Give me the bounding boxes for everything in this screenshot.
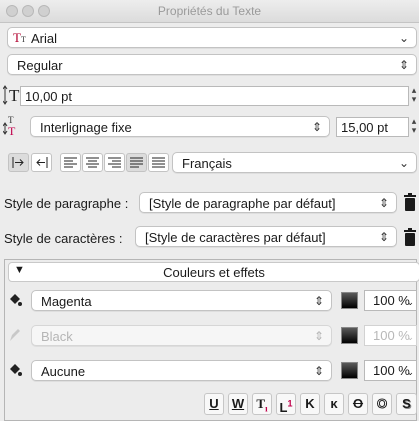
text-fill-color-select[interactable]: Magenta ⇕ <box>31 290 332 311</box>
up-down-chevron-icon: ⇕ <box>378 196 389 210</box>
align-center-button[interactable] <box>82 153 103 172</box>
caps-button[interactable]: K <box>300 393 320 415</box>
window-title: Propriétés du Texte <box>157 4 262 18</box>
subscript-button[interactable]: Tı <box>252 393 272 415</box>
align-right-icon <box>108 157 121 168</box>
line-spacing-value: 15,00 pt <box>341 120 388 135</box>
up-down-chevron-icon: ⇕ <box>378 230 389 244</box>
text-fill-color-value: Magenta <box>41 294 92 309</box>
font-family-value: Arial <box>31 31 58 46</box>
underline-icon: U <box>209 396 219 411</box>
superscript-icon: L1 <box>279 399 293 416</box>
paragraph-style-value: [Style de paragraphe par défaut] <box>149 196 336 211</box>
underline-button[interactable]: U <box>204 393 224 415</box>
superscript-button[interactable]: L1 <box>276 393 296 415</box>
strikethrough-icon: O <box>352 396 364 411</box>
svg-text:T: T <box>13 30 21 44</box>
highlight-color-select[interactable]: Aucune ⇕ <box>31 360 332 381</box>
small-caps-icon: κ <box>330 396 338 411</box>
line-spacing-mode-select[interactable]: Interlignage fixe ⇕ <box>30 116 330 137</box>
line-spacing-mode-value: Interlignage fixe <box>40 120 132 135</box>
justify-all-button[interactable] <box>148 153 169 172</box>
line-spacing-stepper[interactable]: ▴ ▾ <box>409 117 419 137</box>
indent-decrease-icon <box>36 157 48 168</box>
paint-bucket-icon <box>7 292 23 311</box>
font-style-value: Regular <box>17 58 63 73</box>
indent-decrease-button[interactable] <box>31 153 52 172</box>
colors-effects-title: Couleurs et effets <box>163 265 265 280</box>
paint-bucket-icon <box>7 362 23 381</box>
chevron-down-icon: ⌄ <box>406 297 414 307</box>
language-value: Français <box>182 156 232 171</box>
justify-button[interactable] <box>126 153 147 172</box>
paragraph-style-select[interactable]: [Style de paragraphe par défaut] ⇕ <box>139 192 397 213</box>
align-left-icon <box>64 157 77 168</box>
justify-icon <box>130 157 143 168</box>
up-down-chevron-icon: ⇕ <box>313 294 324 308</box>
delete-paragraph-style-button[interactable] <box>402 192 418 215</box>
up-down-chevron-icon: ⇕ <box>313 329 324 343</box>
highlight-color-value: Aucune <box>41 364 86 379</box>
stroke-swatch[interactable] <box>341 327 358 344</box>
font-size-field[interactable]: 10,00 pt <box>20 86 409 106</box>
svg-text:T: T <box>9 86 20 105</box>
up-down-chevron-icon: ⇕ <box>398 58 409 72</box>
highlight-opacity-field[interactable]: 100 % ⌄ <box>364 360 417 381</box>
trash-icon <box>404 228 416 246</box>
stroke-color-value: Black <box>41 329 73 344</box>
line-spacing-icon: TT <box>2 114 21 139</box>
up-down-chevron-icon: ⇕ <box>313 364 324 378</box>
align-right-button[interactable] <box>104 153 125 172</box>
strikethrough-button[interactable]: O <box>348 393 368 415</box>
title-bar: Propriétés du Texte <box>0 0 419 23</box>
text-fill-opacity-value: 100 % <box>373 293 410 308</box>
language-select[interactable]: Français ⌄ <box>172 152 417 173</box>
indent-increase-icon <box>12 157 24 168</box>
shadow-button[interactable]: S <box>396 393 417 415</box>
character-style-value: [Style de caractères par défaut] <box>145 230 326 245</box>
word-underline-icon: W <box>231 396 245 411</box>
shadow-icon: S <box>402 396 411 411</box>
svg-text:T: T <box>8 124 16 136</box>
highlight-swatch[interactable] <box>341 362 358 379</box>
align-center-icon <box>86 157 99 168</box>
text-fill-swatch[interactable] <box>341 292 358 309</box>
font-family-select[interactable]: TT Arial ⌄ <box>7 27 417 48</box>
subscript-icon: Tı <box>256 396 268 414</box>
stroke-color-select[interactable]: Black ⇕ <box>31 325 332 346</box>
paragraph-style-label: Style de paragraphe : <box>4 196 129 211</box>
stroke-opacity-field[interactable]: 100 % ⌄ <box>364 325 417 346</box>
font-size-value: 10,00 pt <box>25 89 72 104</box>
outline-icon: O <box>376 396 388 412</box>
align-left-button[interactable] <box>60 153 81 172</box>
svg-text:T: T <box>21 35 26 44</box>
chevron-down-icon: ⌄ <box>398 156 409 170</box>
caps-icon: K <box>305 396 315 411</box>
chevron-down-icon: ⌄ <box>406 367 414 377</box>
colors-effects-header[interactable]: ▼ Couleurs et effets <box>8 262 419 282</box>
outline-button[interactable]: O <box>372 393 392 415</box>
word-underline-button[interactable]: W <box>228 393 248 415</box>
character-style-select[interactable]: [Style de caractères par défaut] ⇕ <box>135 226 397 247</box>
up-down-chevron-icon: ⇕ <box>311 120 322 134</box>
justify-all-icon <box>152 157 165 168</box>
chevron-down-icon: ⌄ <box>398 31 409 45</box>
pen-icon <box>8 327 22 346</box>
line-spacing-field[interactable]: 15,00 pt <box>336 117 409 137</box>
trash-icon <box>404 193 416 211</box>
delete-character-style-button[interactable] <box>402 227 418 250</box>
text-fill-opacity-field[interactable]: 100 % ⌄ <box>364 290 417 311</box>
indent-increase-button[interactable] <box>8 153 29 172</box>
stroke-opacity-value: 100 % <box>373 328 410 343</box>
font-type-icon: TT <box>13 30 29 47</box>
font-size-stepper[interactable]: ▴ ▾ <box>409 86 419 106</box>
small-caps-button[interactable]: κ <box>324 393 344 415</box>
character-style-label: Style de caractères : <box>4 231 123 246</box>
highlight-opacity-value: 100 % <box>373 363 410 378</box>
font-style-select[interactable]: Regular ⇕ <box>7 54 417 75</box>
chevron-down-icon: ⌄ <box>406 332 414 342</box>
font-size-icon: T <box>2 85 21 108</box>
